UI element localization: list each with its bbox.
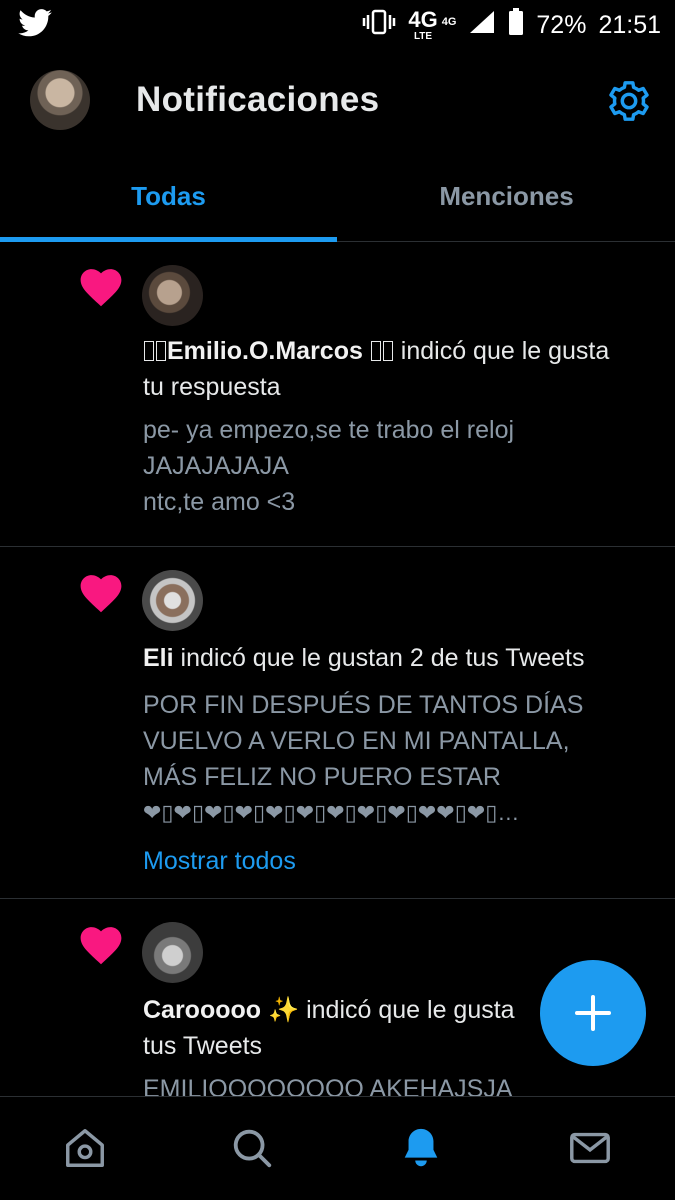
tweet-text-line: MÁS FELIZ NO PUERO ESTAR: [143, 763, 501, 791]
notification-text: Emilio.O.Marcos indicó que le gusta: [143, 333, 609, 369]
emoji-placeholder: [382, 341, 393, 361]
emoji-placeholder: [156, 341, 166, 361]
tab-todas[interactable]: Todas: [0, 150, 337, 242]
notification-text: Eli indicó que le gustan 2 de tus Tweets: [143, 640, 585, 676]
user-avatar[interactable]: [142, 922, 203, 983]
battery-percent: 72%: [536, 10, 587, 39]
tweet-text-line: EMILIOOOOOOOO AKEHAJSJA: [143, 1075, 513, 1096]
notification-item[interactable]: Eli indicó que le gustan 2 de tus Tweets…: [0, 548, 675, 899]
tweet-text-line: pe- ya empezo,se te trabo el reloj: [143, 416, 515, 444]
tweet-text-line: POR FIN DESPUÉS DE TANTOS DÍAS: [143, 691, 584, 719]
heart-icon: [80, 269, 122, 307]
home-icon[interactable]: [62, 1125, 108, 1171]
action-text: indicó que le gusta: [393, 337, 610, 365]
settings-gear-icon[interactable]: [606, 78, 652, 124]
network-secondary: 4G: [441, 15, 457, 28]
notification-tabs: Todas Menciones: [0, 150, 675, 242]
emoji-placeholder: [370, 341, 381, 361]
user-name[interactable]: Emilio.O.Marcos: [167, 337, 363, 365]
show-all-link[interactable]: Mostrar todos: [143, 843, 296, 879]
action-text-line2: tu respuesta: [143, 373, 281, 401]
user-avatar[interactable]: [142, 265, 203, 326]
user-name[interactable]: Eli: [143, 644, 174, 672]
bottom-nav: [0, 1096, 675, 1200]
network-indicator: 4G LTE: [408, 6, 438, 42]
notifications-bell-icon[interactable]: [398, 1125, 444, 1171]
action-text-line2: tus Tweets: [143, 1032, 263, 1060]
plus-icon: [575, 995, 611, 1031]
tweet-text-line: JAJAJAJAJA: [143, 452, 289, 480]
heart-icon: [80, 575, 122, 613]
battery-icon: [508, 7, 524, 43]
tweet-text-line: VUELVO A VERLO EN MI PANTALLA,: [143, 727, 570, 755]
user-avatar[interactable]: [142, 570, 203, 631]
active-tab-indicator: [0, 237, 337, 242]
tab-menciones[interactable]: Menciones: [338, 150, 675, 242]
profile-avatar[interactable]: [30, 70, 90, 130]
network-type: 4G: [408, 6, 438, 32]
tab-todas-label: Todas: [131, 180, 206, 211]
twitter-bird-icon: [18, 8, 52, 42]
tweet-text-line: ❤▯❤▯❤▯❤▯❤▯❤▯❤▯❤▯❤▯❤❤▯❤▯…: [143, 800, 520, 825]
notification-text: Carooooo ✨ indicó que le gusta: [143, 992, 515, 1028]
notification-item[interactable]: Emilio.O.Marcos indicó que le gusta tu r…: [0, 243, 675, 547]
tweet-text-line: ntc,te amo <3: [143, 488, 296, 516]
clock: 21:51: [598, 10, 661, 39]
tab-menciones-label: Menciones: [439, 180, 574, 211]
network-subtype: LTE: [413, 30, 433, 42]
signal-icon: [468, 9, 496, 42]
search-icon[interactable]: [229, 1125, 275, 1171]
emoji-placeholder: [144, 341, 154, 361]
compose-tweet-button[interactable]: [540, 960, 646, 1066]
action-text: indicó que le gustan 2 de tus Tweets: [173, 644, 585, 672]
status-bar: 4G LTE 4G 72% 21:51: [0, 0, 675, 50]
twitter-notifications-screen: 4G LTE 4G 72% 21:51 Notificaciones Todas…: [0, 0, 675, 1200]
sparkles-icon: ✨: [268, 996, 300, 1024]
action-text: indicó que le gusta: [299, 996, 515, 1024]
heart-icon: [80, 927, 122, 965]
messages-mail-icon[interactable]: [567, 1125, 613, 1171]
page-title: Notificaciones: [136, 80, 380, 119]
app-header: Notificaciones: [0, 50, 675, 150]
vibrate-icon: [362, 9, 396, 42]
user-name[interactable]: Carooooo: [143, 996, 261, 1024]
